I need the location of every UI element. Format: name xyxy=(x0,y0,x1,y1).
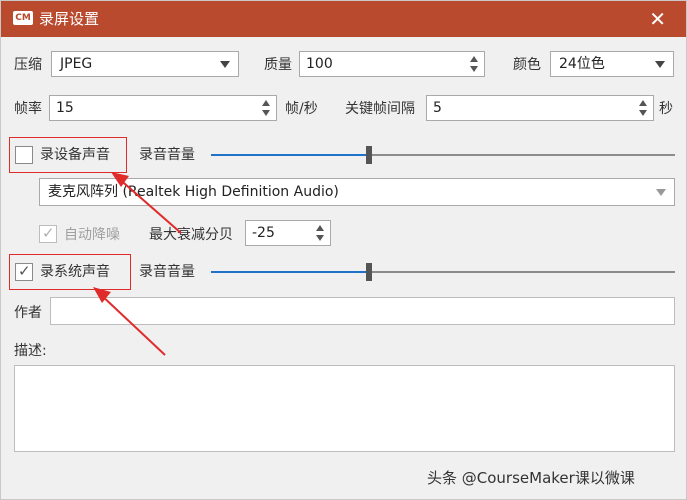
color-select[interactable]: 24位色 xyxy=(550,51,674,77)
highlight-box-system-audio xyxy=(9,254,131,290)
max-attenuation-label: 最大衰减分贝 xyxy=(149,227,233,243)
auto-denoise-label: 自动降噪 xyxy=(64,227,120,243)
slider-thumb[interactable] xyxy=(366,146,372,164)
recording-settings-window: CM 录屏设置 ✕ 压缩 JPEG 质量 100 颜色 24位色 帧率 15 帧… xyxy=(0,0,687,500)
spin-up-icon[interactable] xyxy=(262,100,270,106)
system-volume-label: 录音音量 xyxy=(139,264,195,280)
description-textarea[interactable] xyxy=(14,365,675,452)
framerate-spinbox[interactable]: 15 xyxy=(49,95,277,121)
slider-thumb[interactable] xyxy=(366,263,372,281)
quality-spinbox[interactable]: 100 xyxy=(299,51,485,77)
framerate-value: 15 xyxy=(56,100,74,116)
quality-label: 质量 xyxy=(264,57,292,73)
quality-value: 100 xyxy=(306,56,333,72)
description-label: 描述: xyxy=(14,343,47,359)
device-volume-slider[interactable] xyxy=(211,145,675,165)
watermark-text: 头条 @CourseMaker课以微课 xyxy=(427,469,635,487)
title-bar: CM 录屏设置 ✕ xyxy=(1,1,686,37)
chevron-down-icon xyxy=(655,61,665,68)
spin-down-icon[interactable] xyxy=(639,110,647,116)
spin-up-icon[interactable] xyxy=(316,225,324,231)
window-title: 录屏设置 xyxy=(39,10,100,28)
highlight-box-device-audio xyxy=(9,137,127,173)
audio-device-value: 麦克风阵列 (Realtek High Definition Audio) xyxy=(48,184,339,200)
framerate-label: 帧率 xyxy=(14,101,42,117)
auto-denoise-checkbox[interactable]: ✓ xyxy=(39,224,57,243)
framerate-unit: 帧/秒 xyxy=(285,101,318,117)
compression-value: JPEG xyxy=(60,56,93,72)
system-volume-slider[interactable] xyxy=(211,262,675,282)
slider-fill xyxy=(211,154,369,156)
spin-down-icon[interactable] xyxy=(316,235,324,241)
max-attenuation-spinbox[interactable]: -25 xyxy=(245,220,331,246)
spin-up-icon[interactable] xyxy=(470,56,478,62)
keyframe-spinbox[interactable]: 5 xyxy=(426,95,654,121)
spin-down-icon[interactable] xyxy=(262,110,270,116)
keyframe-unit: 秒 xyxy=(659,101,673,117)
keyframe-value: 5 xyxy=(433,100,442,116)
chevron-down-icon xyxy=(656,189,666,196)
device-volume-label: 录音音量 xyxy=(139,147,195,163)
author-input[interactable] xyxy=(50,297,675,325)
compression-select[interactable]: JPEG xyxy=(51,51,239,77)
slider-fill xyxy=(211,271,369,273)
chevron-down-icon xyxy=(220,61,230,68)
close-icon[interactable]: ✕ xyxy=(649,7,666,31)
color-value: 24位色 xyxy=(559,56,605,72)
max-attenuation-value: -25 xyxy=(252,225,275,241)
spin-up-icon[interactable] xyxy=(639,100,647,106)
color-label: 颜色 xyxy=(513,57,541,73)
app-logo-icon: CM xyxy=(13,11,33,25)
author-label: 作者 xyxy=(14,305,42,321)
spin-down-icon[interactable] xyxy=(470,66,478,72)
compression-label: 压缩 xyxy=(14,57,42,73)
keyframe-label: 关键帧间隔 xyxy=(345,101,415,117)
checkmark-icon: ✓ xyxy=(42,224,55,242)
audio-device-select[interactable]: 麦克风阵列 (Realtek High Definition Audio) xyxy=(39,178,675,206)
